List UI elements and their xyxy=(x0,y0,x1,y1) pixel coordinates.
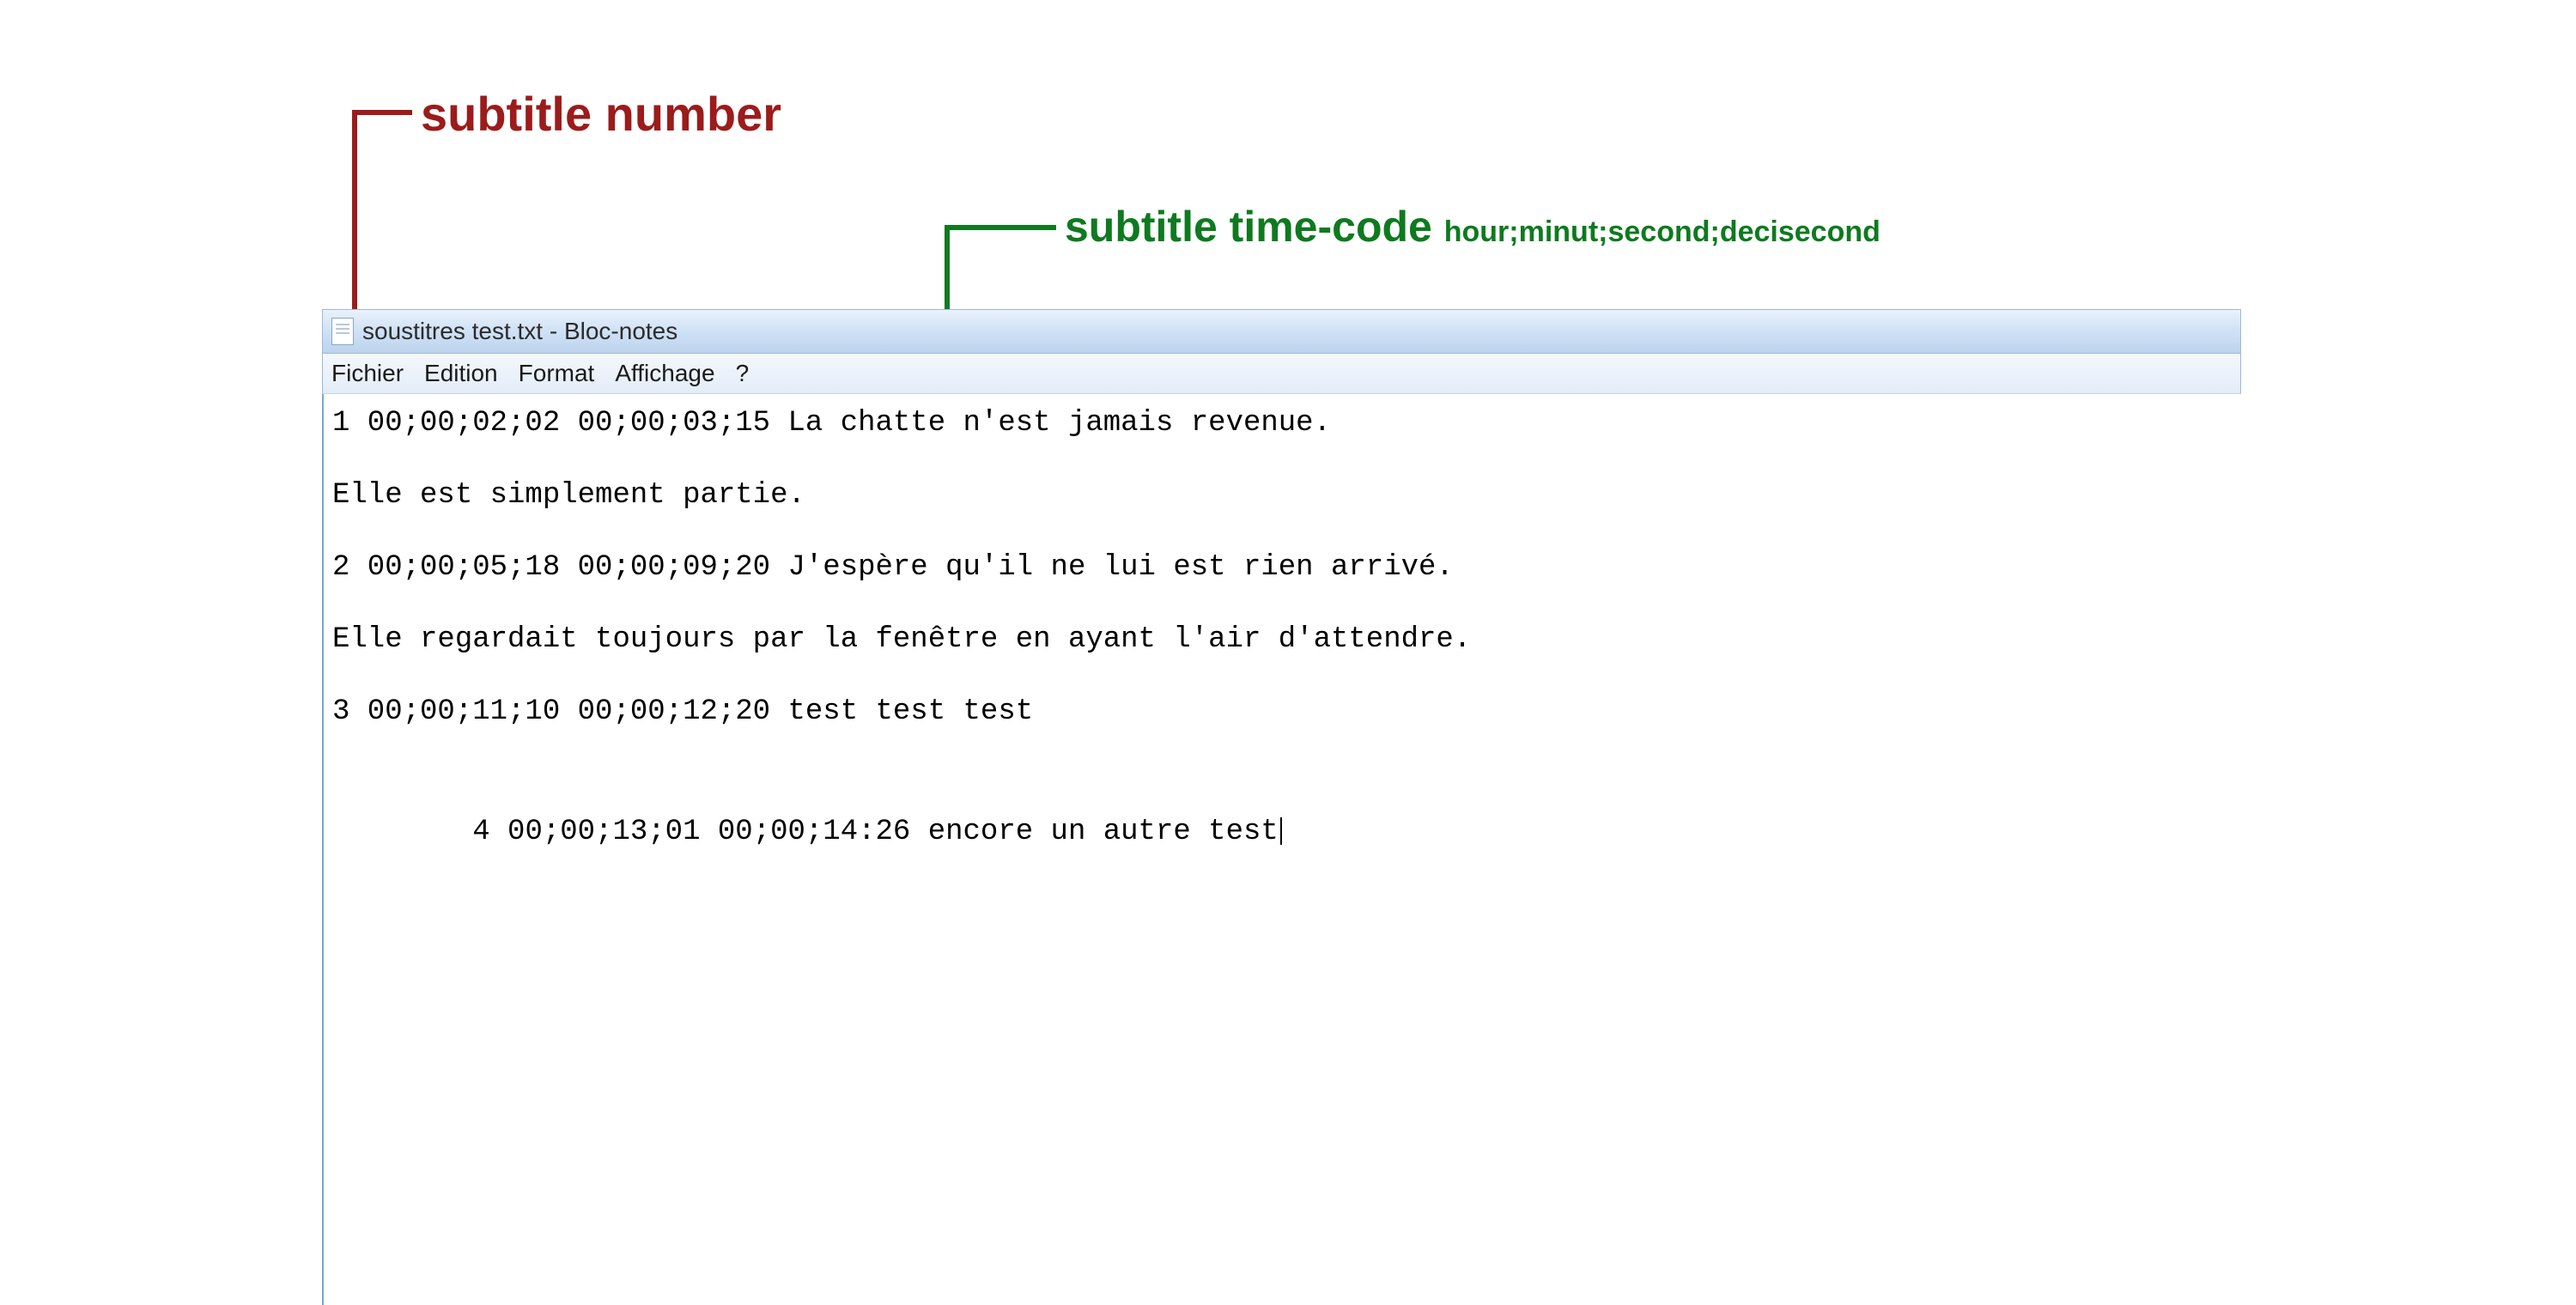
annotation-subtitle-number-label: subtitle number xyxy=(421,86,781,142)
text-line: 2 00;00;05;18 00;00;09;20 J'espère qu'il… xyxy=(332,543,2241,592)
annotation-subtitle-timecode-main: subtitle time-code xyxy=(1065,203,1432,251)
menu-edition[interactable]: Edition xyxy=(424,360,498,387)
file-icon xyxy=(331,318,354,345)
text-area[interactable]: 1 00;00;02;02 00;00;03;15 La chatte n'es… xyxy=(322,394,2241,1305)
text-line: 3 00;00;11;10 00;00;12;20 test test test xyxy=(332,688,2241,736)
text-cursor xyxy=(1280,817,1282,845)
text-blank-line xyxy=(332,592,2241,616)
text-line-content: 4 00;00;13;01 00;00;14:26 encore un autr… xyxy=(472,816,1279,848)
text-line: 1 00;00;02;02 00;00;03;15 La chatte n'es… xyxy=(332,399,2241,447)
menu-fichier[interactable]: Fichier xyxy=(331,360,404,387)
notepad-window: soustitres test.txt - Bloc-notes Fichier… xyxy=(322,309,2241,1305)
menu-help[interactable]: ? xyxy=(736,360,750,387)
menu-format[interactable]: Format xyxy=(519,360,595,387)
menu-affichage[interactable]: Affichage xyxy=(615,360,714,387)
text-line: 4 00;00;13;01 00;00;14:26 encore un autr… xyxy=(332,760,2241,904)
window-title: soustitres test.txt - Bloc-notes xyxy=(362,318,677,345)
text-line: Elle est simplement partie. xyxy=(332,471,2241,519)
text-blank-line xyxy=(332,664,2241,688)
annotation-subtitle-timecode-label: subtitle time-code hour;minut;second;dec… xyxy=(1065,202,1880,252)
text-blank-line xyxy=(332,519,2241,543)
menubar: Fichier Edition Format Affichage ? xyxy=(322,354,2241,394)
text-line: Elle regardait toujours par la fenêtre e… xyxy=(332,616,2241,664)
text-blank-line xyxy=(332,736,2241,760)
annotation-subtitle-timecode-sub: hour;minut;second;decisecond xyxy=(1444,215,1880,248)
text-blank-line xyxy=(332,447,2241,471)
titlebar[interactable]: soustitres test.txt - Bloc-notes xyxy=(322,309,2241,354)
